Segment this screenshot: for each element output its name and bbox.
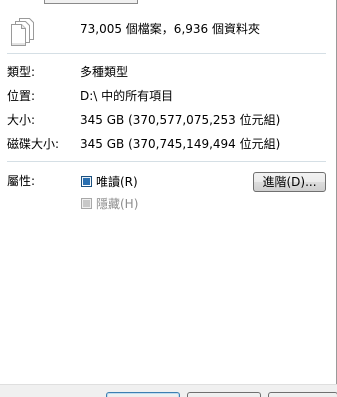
size-on-disk-label: 磁碟大小:: [7, 137, 60, 151]
location-value: D:\ 中的所有項目: [80, 89, 174, 103]
properties-dialog-general-tab: 73,005 個檔案，6,936 個資料夾 類型: 多種類型 位置: D:\ 中…: [0, 0, 337, 397]
apply-button[interactable]: [268, 392, 337, 397]
selection-summary: 73,005 個檔案，6,936 個資料夾: [80, 22, 260, 36]
readonly-label[interactable]: 唯讀(R): [96, 173, 138, 191]
location-label: 位置:: [7, 89, 36, 103]
hidden-label: 隱藏(H): [96, 197, 139, 211]
separator: [7, 53, 326, 55]
checkbox-indeterminate-icon[interactable]: [81, 176, 92, 187]
size-label: 大小:: [7, 113, 36, 127]
attributes-label: 屬性:: [7, 174, 36, 188]
ok-button[interactable]: [106, 392, 180, 397]
tab-general[interactable]: [44, 0, 138, 4]
type-value: 多種類型: [80, 65, 129, 79]
type-label: 類型:: [7, 65, 36, 79]
advanced-button[interactable]: 進階(D)...: [253, 172, 326, 192]
size-on-disk-value: 345 GB (370,745,149,494 位元組): [80, 137, 281, 151]
checkbox-indeterminate-icon: [81, 198, 92, 209]
tab-strip: [0, 0, 337, 4]
cancel-button[interactable]: [187, 392, 261, 397]
size-value: 345 GB (370,577,075,253 位元組): [80, 113, 281, 127]
multiple-files-icon: [9, 16, 39, 48]
separator: [7, 161, 326, 163]
